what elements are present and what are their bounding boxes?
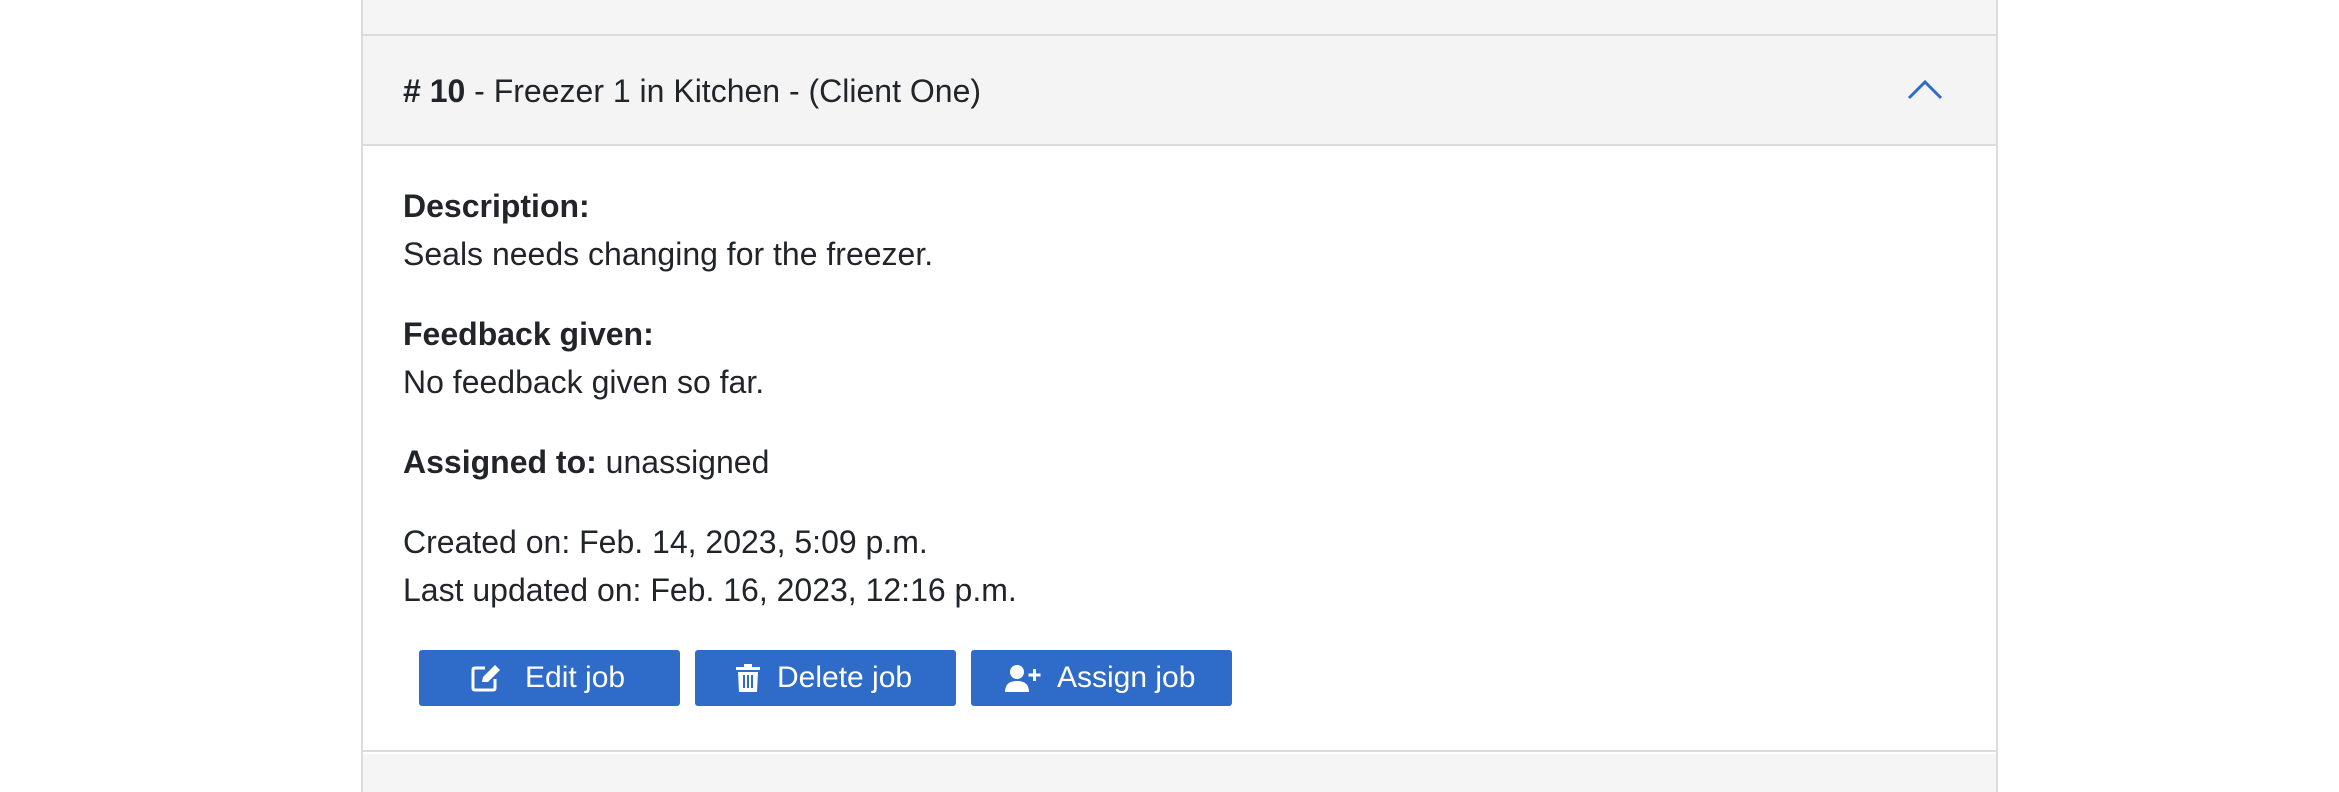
assigned-to: Assigned to: unassigned — [403, 438, 769, 486]
job-accordion-body: Description: Seals needs changing for th… — [363, 148, 1996, 752]
job-accordion: # 10 - Freezer 1 in Kitchen - (Client On… — [361, 0, 1998, 792]
delete-job-button[interactable]: Delete job — [695, 650, 956, 706]
user-plus-icon — [1005, 665, 1041, 692]
edit-job-label: Edit job — [525, 661, 626, 694]
previous-accordion-item[interactable] — [363, 0, 1996, 36]
job-title-text: - Freezer 1 in Kitchen - (Client One) — [465, 73, 982, 109]
chevron-up-icon[interactable] — [1906, 74, 1944, 104]
assign-job-label: Assign job — [1057, 661, 1196, 694]
edit-icon — [471, 665, 500, 692]
delete-job-label: Delete job — [777, 661, 913, 694]
assigned-label: Assigned to: — [403, 444, 597, 480]
job-accordion-header[interactable]: # 10 - Freezer 1 in Kitchen - (Client On… — [363, 36, 1996, 146]
created-on: Created on: Feb. 14, 2023, 5:09 p.m. — [403, 524, 928, 560]
job-title: # 10 - Freezer 1 in Kitchen - (Client On… — [403, 36, 981, 146]
trash-icon — [736, 664, 760, 692]
feedback-label: Feedback given: — [403, 316, 654, 352]
next-accordion-item[interactable] — [363, 754, 1996, 792]
job-number: # 10 — [403, 73, 466, 109]
description-value: Seals needs changing for the freezer. — [403, 236, 934, 272]
assign-job-button[interactable]: Assign job — [971, 650, 1232, 706]
edit-job-button[interactable]: Edit job — [419, 650, 680, 706]
description-label: Description: — [403, 188, 590, 224]
assigned-value: unassigned — [605, 444, 770, 480]
feedback-value: No feedback given so far. — [403, 364, 765, 400]
last-updated-on: Last updated on: Feb. 16, 2023, 12:16 p.… — [403, 572, 1017, 608]
